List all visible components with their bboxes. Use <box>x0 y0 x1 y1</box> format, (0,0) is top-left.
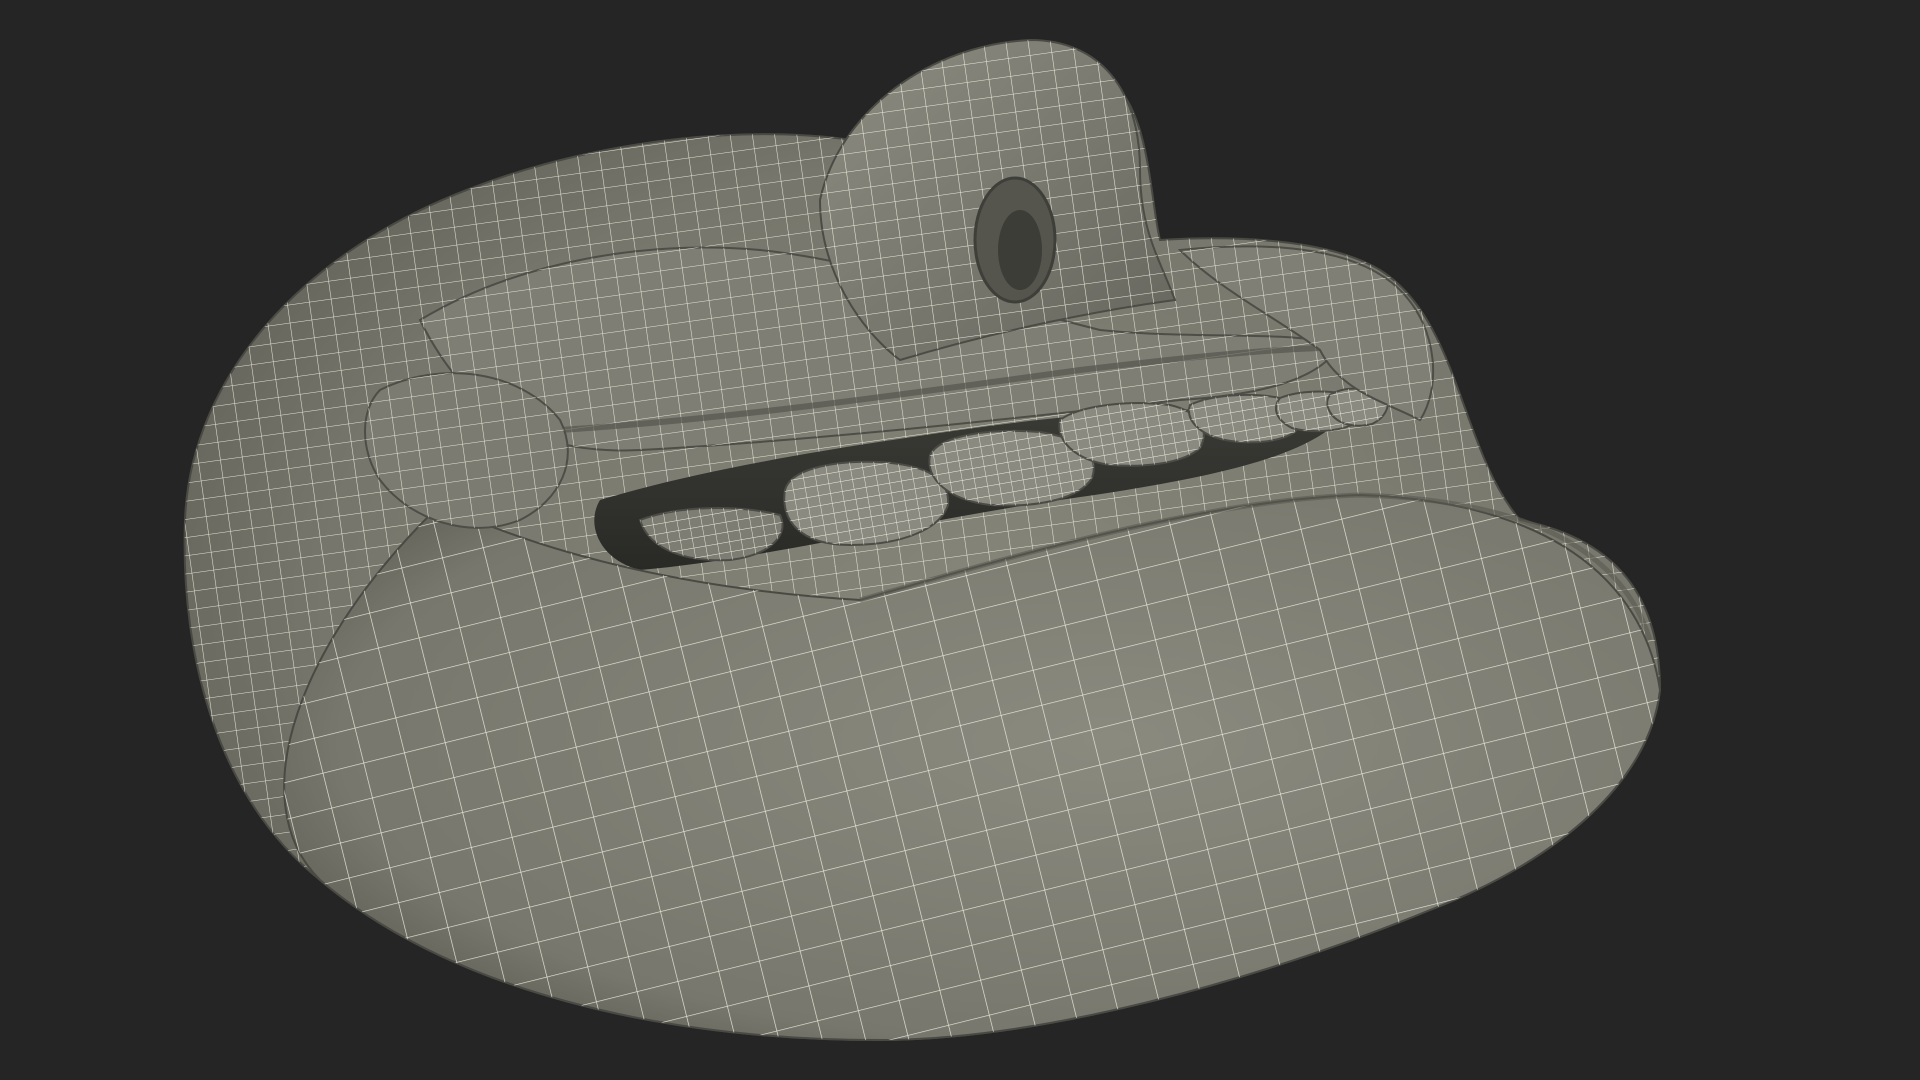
render-viewport <box>0 0 1920 1080</box>
lips-wireframe-render <box>183 38 1662 1042</box>
